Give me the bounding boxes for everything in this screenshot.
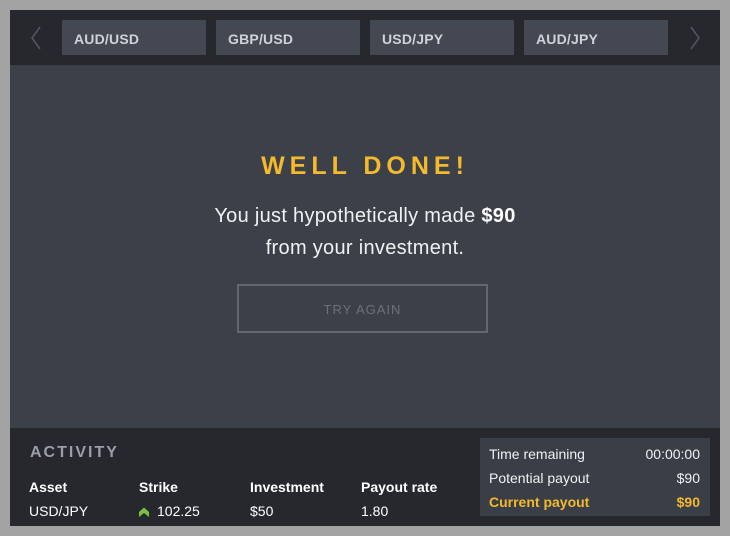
potential-payout-value: $90 bbox=[676, 470, 700, 486]
current-payout-label: Current payout bbox=[489, 494, 590, 510]
activity-panel: ACTIVITY Asset Strike Investment Payout … bbox=[10, 428, 720, 526]
tab-gbp-usd[interactable]: GBP/USD bbox=[216, 20, 360, 55]
tab-aud-usd[interactable]: AUD/USD bbox=[62, 20, 206, 55]
time-remaining-label: Time remaining bbox=[489, 446, 585, 462]
investment-value: $50 bbox=[250, 503, 274, 519]
strike-header: Strike bbox=[139, 479, 178, 495]
asset-value: USD/JPY bbox=[29, 503, 89, 519]
result-message: You just hypothetically made $90 from yo… bbox=[10, 200, 720, 264]
chevron-right-icon[interactable] bbox=[680, 23, 708, 53]
potential-payout-label: Potential payout bbox=[489, 470, 590, 486]
tab-usd-jpy[interactable]: USD/JPY bbox=[370, 20, 514, 55]
payout-rate-header: Payout rate bbox=[361, 479, 438, 495]
time-remaining-value: 00:00:00 bbox=[645, 446, 701, 462]
current-payout-value: $90 bbox=[676, 494, 700, 510]
asset-header: Asset bbox=[29, 479, 68, 495]
try-again-button[interactable]: TRY AGAIN bbox=[237, 284, 488, 333]
strike-value: 102.25 bbox=[157, 503, 200, 519]
result-message-prefix: You just hypothetically made bbox=[214, 205, 482, 227]
strike-cell: 102.25 bbox=[139, 503, 200, 519]
result-amount: $90 bbox=[481, 205, 516, 227]
result-message-suffix: from your investment. bbox=[265, 237, 465, 259]
chevron-left-icon[interactable] bbox=[23, 23, 51, 53]
trading-widget: AUD/USD GBP/USD USD/JPY AUD/JPY WELL DON… bbox=[10, 10, 720, 526]
result-headline: WELL DONE! bbox=[261, 152, 469, 180]
payout-summary: Time remaining 00:00:00 Potential payout… bbox=[480, 438, 710, 516]
payout-rate-value: 1.80 bbox=[361, 503, 389, 519]
investment-header: Investment bbox=[250, 479, 324, 495]
tab-aud-jpy[interactable]: AUD/JPY bbox=[524, 20, 668, 55]
activity-title: ACTIVITY bbox=[30, 444, 119, 461]
arrow-up-icon bbox=[139, 504, 149, 517]
asset-tab-bar: AUD/USD GBP/USD USD/JPY AUD/JPY bbox=[10, 10, 720, 65]
